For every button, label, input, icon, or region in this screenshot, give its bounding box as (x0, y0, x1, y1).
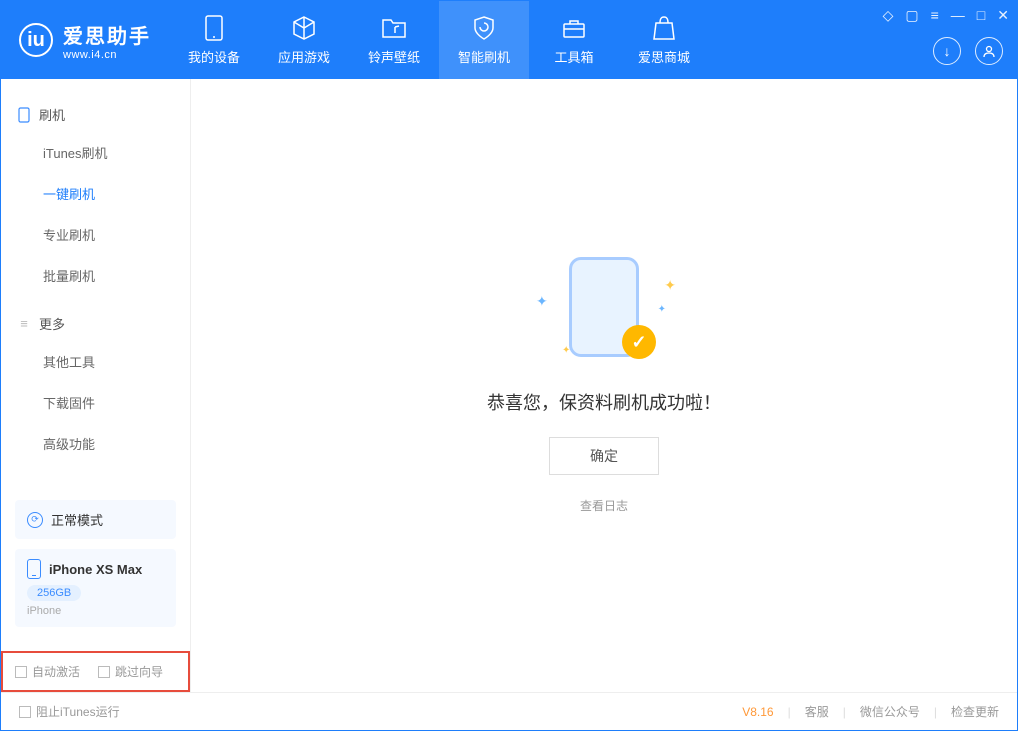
user-button[interactable] (975, 37, 1003, 65)
header: iu 爱思助手 www.i4.cn 我的设备 应用游戏 铃声壁纸 智能刷机 工具… (1, 1, 1017, 79)
success-message: 恭喜您，保资料刷机成功啦！ (487, 389, 721, 415)
checkmark-icon: ✓ (622, 325, 656, 359)
support-link[interactable]: 客服 (805, 703, 829, 720)
sidebar-item-pro-flash[interactable]: 专业刷机 (1, 214, 190, 255)
device-phone-icon (27, 559, 41, 579)
tshirt-icon[interactable]: ◇ (883, 7, 894, 24)
tab-toolbox[interactable]: 工具箱 (529, 1, 619, 79)
shield-icon (471, 15, 497, 41)
logo-text: 爱思助手 (63, 20, 151, 49)
window-controls: ◇ ▢ ≡ — □ ✕ (883, 7, 1009, 24)
sidebar-section-more[interactable]: ≡ 更多 (1, 306, 190, 341)
music-folder-icon (381, 15, 407, 41)
tab-apps-games[interactable]: 应用游戏 (259, 1, 349, 79)
checkbox-stop-itunes[interactable]: 阻止iTunes运行 (19, 703, 120, 720)
wechat-link[interactable]: 微信公众号 (860, 703, 920, 720)
sidebar-item-advanced[interactable]: 高级功能 (1, 423, 190, 464)
nav-tabs: 我的设备 应用游戏 铃声壁纸 智能刷机 工具箱 爱思商城 (169, 1, 709, 79)
menu-icon[interactable]: ≡ (931, 7, 939, 24)
feedback-icon[interactable]: ▢ (905, 7, 918, 24)
phone-small-icon (17, 108, 31, 122)
success-illustration: ✓ ✦✦✦✦ (534, 257, 674, 367)
version-label: V8.16 (742, 705, 773, 719)
sidebar-item-download-firmware[interactable]: 下载固件 (1, 382, 190, 423)
list-icon: ≡ (17, 317, 31, 331)
device-type: iPhone (27, 605, 164, 617)
main-content: ✓ ✦✦✦✦ 恭喜您，保资料刷机成功啦！ 确定 查看日志 (191, 79, 1017, 692)
header-right-buttons: ↓ (933, 37, 1003, 65)
bag-icon (651, 15, 677, 41)
sidebar-item-batch-flash[interactable]: 批量刷机 (1, 255, 190, 296)
bottom-checks-highlighted: 自动激活 跳过向导 (1, 651, 190, 692)
sidebar: 刷机 iTunes刷机 一键刷机 专业刷机 批量刷机 ≡ 更多 其他工具 下载固… (1, 79, 191, 692)
mode-label: 正常模式 (51, 510, 103, 529)
tab-store[interactable]: 爱思商城 (619, 1, 709, 79)
device-name: iPhone XS Max (49, 562, 142, 577)
close-button[interactable]: ✕ (997, 7, 1009, 24)
footer: 阻止iTunes运行 V8.16 | 客服 | 微信公众号 | 检查更新 (1, 692, 1017, 730)
checkbox-auto-activate[interactable]: 自动激活 (15, 663, 80, 680)
maximize-button[interactable]: □ (977, 7, 985, 24)
check-update-link[interactable]: 检查更新 (951, 703, 999, 720)
view-log-link[interactable]: 查看日志 (580, 497, 628, 514)
logo-icon: iu (19, 23, 53, 57)
storage-badge: 256GB (27, 585, 81, 601)
sidebar-item-itunes-flash[interactable]: iTunes刷机 (1, 132, 190, 173)
tab-smart-flash[interactable]: 智能刷机 (439, 1, 529, 79)
download-button[interactable]: ↓ (933, 37, 961, 65)
logo-subtitle: www.i4.cn (63, 49, 151, 61)
sidebar-section-flash[interactable]: 刷机 (1, 97, 190, 132)
tab-my-device[interactable]: 我的设备 (169, 1, 259, 79)
sidebar-item-oneclick-flash[interactable]: 一键刷机 (1, 173, 190, 214)
ok-button[interactable]: 确定 (549, 437, 659, 475)
device-card[interactable]: iPhone XS Max 256GB iPhone (15, 549, 176, 627)
cube-icon (291, 15, 317, 41)
logo[interactable]: iu 爱思助手 www.i4.cn (1, 20, 169, 61)
checkbox-skip-guide[interactable]: 跳过向导 (98, 663, 163, 680)
sidebar-item-other-tools[interactable]: 其他工具 (1, 341, 190, 382)
device-icon (201, 15, 227, 41)
minimize-button[interactable]: — (951, 7, 965, 24)
tab-ringtones[interactable]: 铃声壁纸 (349, 1, 439, 79)
mode-icon: ⟳ (27, 512, 43, 528)
toolbox-icon (561, 15, 587, 41)
mode-card[interactable]: ⟳ 正常模式 (15, 500, 176, 539)
